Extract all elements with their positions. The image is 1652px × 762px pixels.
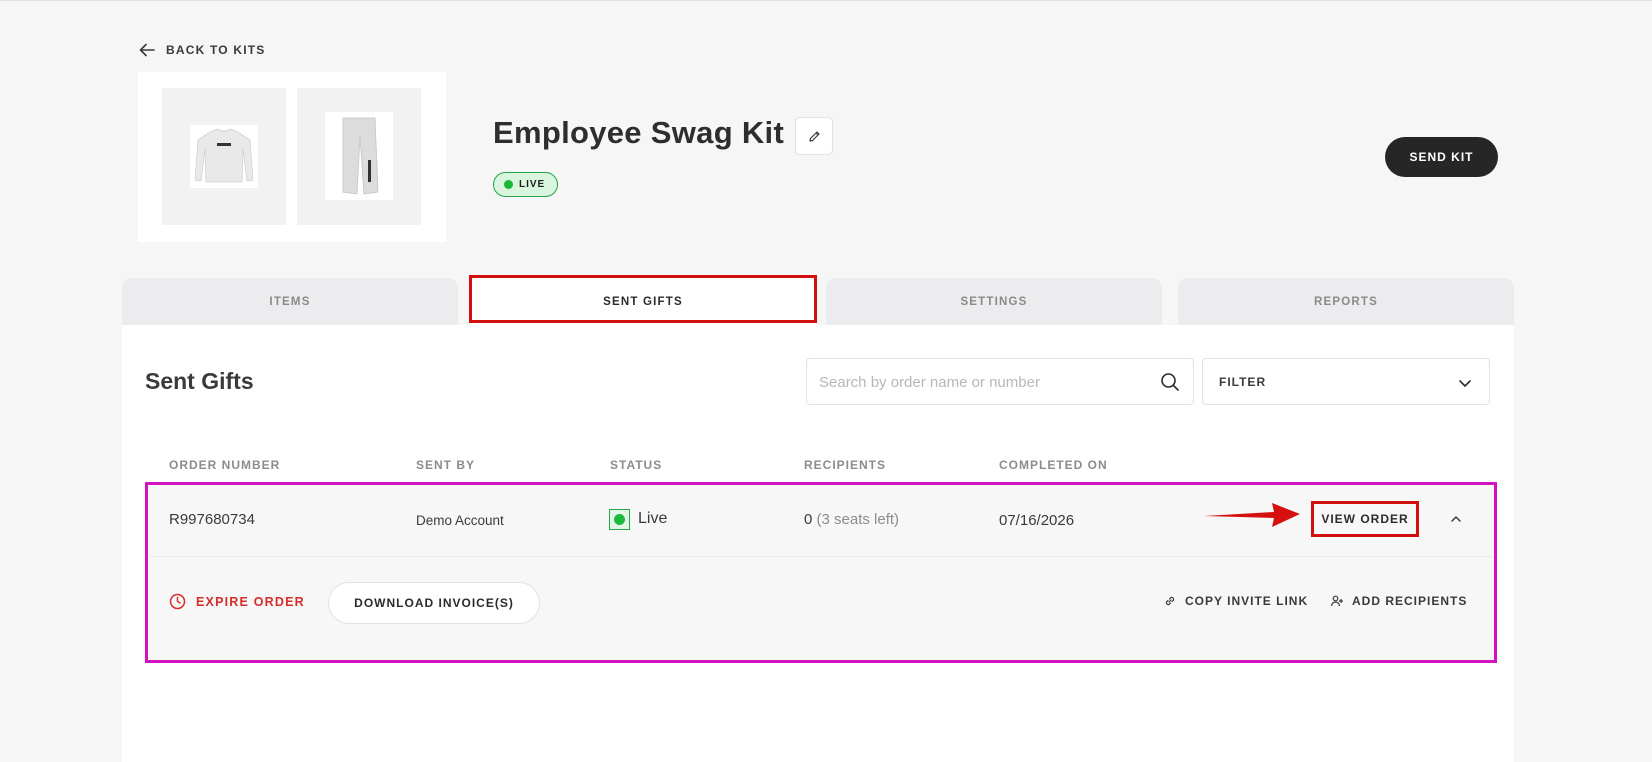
edit-title-button[interactable] [795, 117, 833, 155]
filter-label: FILTER [1219, 375, 1267, 389]
send-kit-button[interactable]: SEND KIT [1385, 137, 1498, 177]
tab-items[interactable]: ITEMS [122, 278, 458, 325]
column-header-sent-by: SENT BY [416, 458, 476, 472]
back-to-kits-link[interactable]: BACK TO KITS [138, 41, 266, 59]
search-box [806, 358, 1194, 405]
chevron-down-icon [1459, 380, 1471, 387]
tab-annotation-highlight [469, 275, 817, 323]
search-input[interactable] [819, 371, 1139, 393]
column-header-recipients: RECIPIENTS [804, 458, 887, 472]
kit-status-label: LIVE [519, 179, 546, 190]
kit-item-thumbnail-joggers[interactable] [297, 88, 421, 225]
tab-reports[interactable]: REPORTS [1178, 278, 1514, 325]
section-title: Sent Gifts [145, 368, 254, 394]
joggers-image [325, 112, 393, 200]
row-annotation-highlight [145, 482, 1497, 663]
pencil-icon [808, 130, 820, 142]
arrow-left-icon [139, 43, 155, 57]
search-icon[interactable] [1160, 372, 1180, 392]
column-header-completed-on: COMPLETED ON [999, 458, 1108, 472]
kit-status-badge: LIVE [493, 172, 559, 197]
kit-title: Employee Swag Kit [493, 115, 785, 150]
tab-settings[interactable]: SETTINGS [826, 278, 1162, 325]
kit-image-panel [138, 72, 446, 242]
back-to-kits-label: BACK TO KITS [166, 43, 266, 57]
live-dot-icon [504, 180, 513, 189]
filter-dropdown[interactable]: FILTER [1202, 358, 1490, 405]
column-header-status: STATUS [610, 458, 663, 472]
long-sleeve-shirt-image [190, 125, 258, 188]
column-header-order-number: ORDER NUMBER [169, 458, 281, 472]
kit-item-thumbnail-shirt[interactable] [162, 88, 286, 225]
